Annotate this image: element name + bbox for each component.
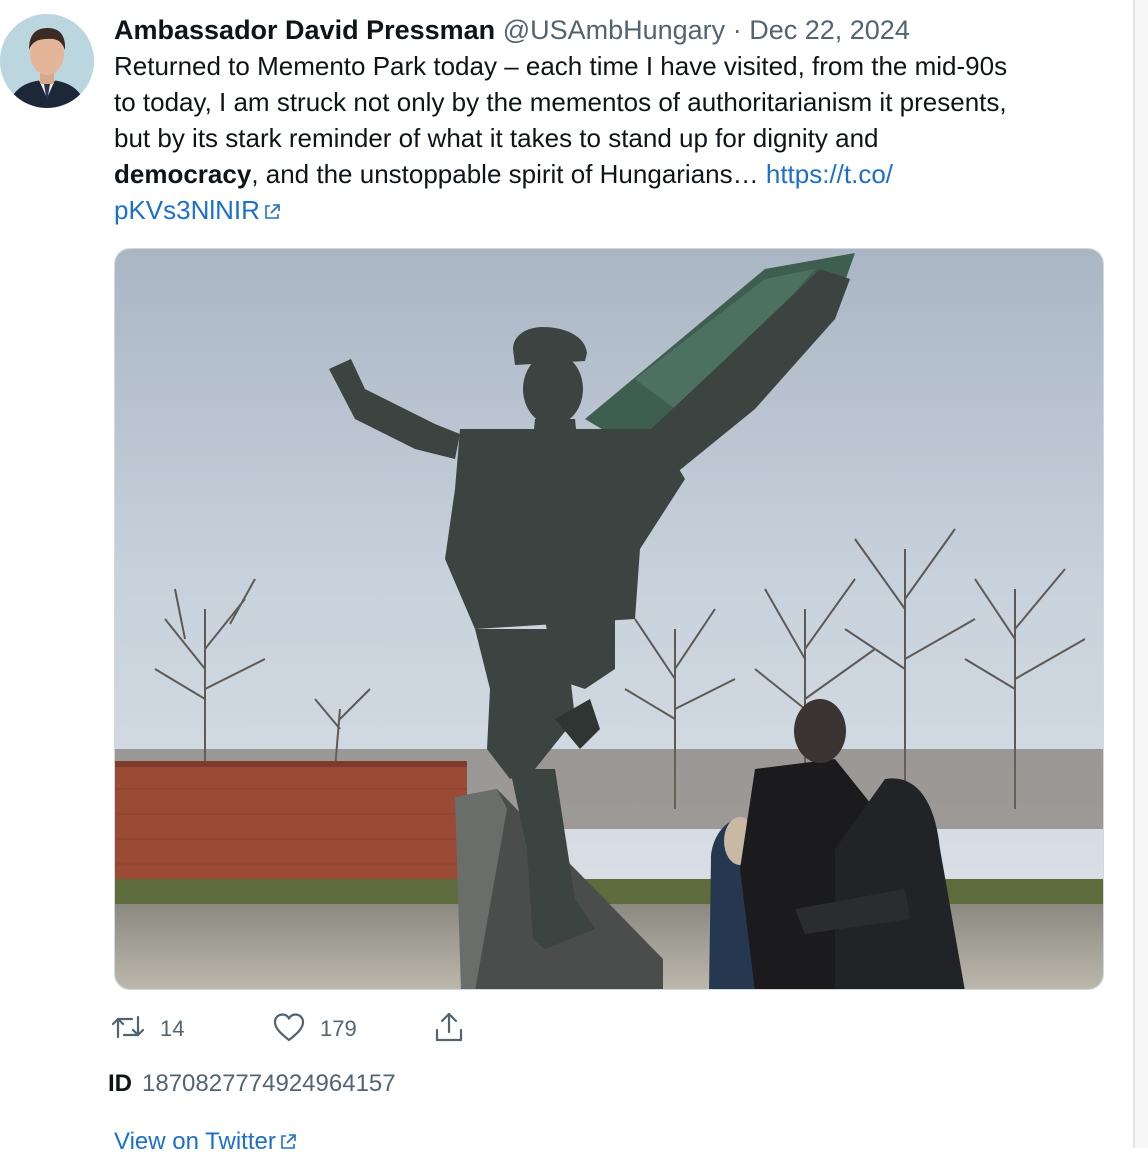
tweet-text-tail: , and the unstoppable spirit of Hungaria… <box>251 159 766 189</box>
share-icon <box>432 1010 466 1049</box>
bold-word: democracy <box>114 159 252 189</box>
scrollbar-track[interactable] <box>1135 0 1148 1148</box>
header-separator: · <box>732 15 742 45</box>
author-name[interactable]: Ambassador David Pressman <box>114 15 495 45</box>
like-count: 179 <box>320 1016 357 1041</box>
external-link-icon <box>263 194 281 230</box>
tweet-id-row: ID 1870827774924964157 <box>108 1068 396 1100</box>
like-button[interactable]: 179 <box>272 1010 357 1048</box>
author-handle[interactable]: @USAmbHungary <box>503 15 726 45</box>
tweet-text-line: Returned to Memento Park today – each ti… <box>114 51 1008 81</box>
tweet-photo[interactable] <box>114 248 1104 990</box>
author-avatar[interactable] <box>0 14 94 108</box>
tweet-link-part1[interactable]: https://t.co/ <box>766 159 893 189</box>
tweet-header: Ambassador David Pressman @USAmbHungary … <box>114 14 910 46</box>
tweet-link-part2[interactable]: pKVs3NlNIR <box>114 195 260 225</box>
heart-icon <box>272 1011 306 1048</box>
tweet-text-line: democracy, and the unstoppable spirit of… <box>114 156 1114 192</box>
tweet-id: 1870827774924964157 <box>142 1070 396 1097</box>
id-label: ID <box>108 1070 132 1097</box>
view-on-twitter-label: View on Twitter <box>114 1128 276 1155</box>
retweet-count: 14 <box>160 1016 185 1041</box>
tweet-text-line: but by its stark reminder of what it tak… <box>114 123 879 153</box>
retweet-icon <box>110 1011 146 1048</box>
external-link-icon <box>279 1128 297 1160</box>
retweet-button[interactable]: 14 <box>110 1010 184 1048</box>
view-on-twitter-link[interactable]: View on Twitter <box>114 1126 297 1160</box>
tweet-text: Returned to Memento Park today – each ti… <box>114 48 1114 230</box>
tweet-text-line: pKVs3NlNIR <box>114 192 1114 230</box>
share-button[interactable] <box>432 1010 466 1048</box>
tweet-date[interactable]: Dec 22, 2024 <box>749 15 910 45</box>
tweet-text-line: to today, I am struck not only by the me… <box>114 87 1007 117</box>
